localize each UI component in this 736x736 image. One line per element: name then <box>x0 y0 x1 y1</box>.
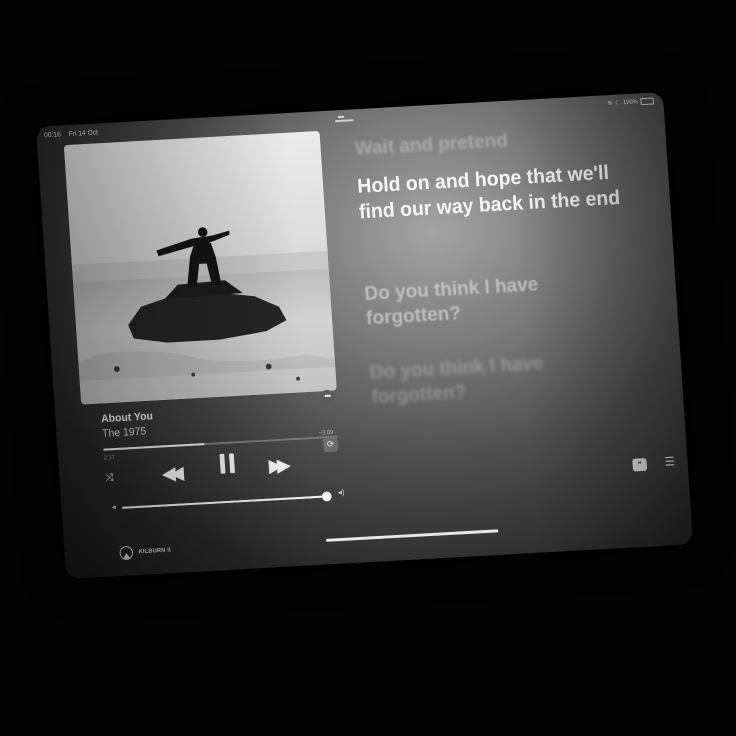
status-time: 00:16 <box>43 131 62 140</box>
lyric-line-next[interactable]: Do you think I have forgotten? <box>364 270 595 332</box>
sheet-grabber[interactable] <box>334 119 354 123</box>
volume-knob[interactable] <box>321 491 332 502</box>
queue-icon: ☰ <box>664 454 676 469</box>
lyrics-icon: ❝ <box>637 461 642 469</box>
airplay-icon[interactable] <box>119 545 134 561</box>
lyric-line-past[interactable]: Wait and pretend <box>354 121 640 161</box>
pause-icon-bar <box>219 453 226 474</box>
output-device-name[interactable]: KILBURN II <box>138 548 171 556</box>
album-art <box>63 130 337 405</box>
playback-scrubber[interactable] <box>103 435 339 451</box>
repeat-button[interactable]: ⟳ <box>322 436 339 453</box>
volume-slider[interactable] <box>122 491 332 509</box>
more-options-button[interactable]: ••• <box>319 389 335 406</box>
pause-button[interactable] <box>219 453 240 479</box>
volume-high-icon: ◂) <box>337 487 345 497</box>
rewind-button[interactable]: ◀◀ <box>161 462 179 486</box>
status-indicators: ≋ ☾ 100% <box>607 97 655 108</box>
time-elapsed: 2:17 <box>103 454 116 462</box>
shuffle-icon: ⤨ <box>104 471 114 485</box>
tablet-screen: 00:16 Fri 14 Oct ≋ ☾ 100% ••• ••• About … <box>36 92 694 579</box>
repeat-icon: ⟳ <box>326 438 335 450</box>
battery-icon <box>640 97 655 106</box>
shuffle-button[interactable]: ⤨ <box>105 472 114 485</box>
fast-forward-button[interactable]: ▶▶ <box>268 454 286 478</box>
battery-percent: 100% <box>622 98 638 106</box>
lyric-line-current[interactable]: Hold on and hope that we'll find our way… <box>357 158 644 225</box>
moon-icon: ☾ <box>615 100 621 107</box>
wifi-icon: ≋ <box>607 100 613 108</box>
time-remaining: −3:09 <box>318 430 334 437</box>
fast-forward-icon: ▶▶ <box>268 455 286 477</box>
pause-icon-bar <box>228 453 235 474</box>
lyric-line-later[interactable]: Do you think I have forgotten? <box>369 348 600 410</box>
artist-name[interactable]: The 1975 <box>102 426 147 440</box>
playback-progress <box>103 443 205 451</box>
status-date: Fri 14 Oct <box>68 129 99 138</box>
queue-button[interactable]: ☰ <box>664 454 675 468</box>
volume-low-icon: ◂ <box>111 502 116 512</box>
rewind-icon: ◀◀ <box>161 463 179 485</box>
volume-level <box>122 495 327 509</box>
album-art-image <box>63 130 337 405</box>
song-title: About You <box>100 410 154 426</box>
lyrics-button[interactable]: ❝ <box>632 457 648 472</box>
home-indicator[interactable] <box>325 529 499 542</box>
